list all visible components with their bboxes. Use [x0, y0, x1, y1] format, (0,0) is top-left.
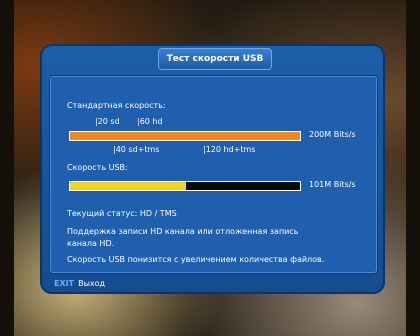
mark-hd-tms: |120 hd+tms	[203, 145, 256, 154]
mark-hd: |60 hd	[137, 117, 163, 126]
dialog-content: Стандартная скорость: |20 sd |60 hd 200M…	[50, 76, 377, 273]
mark-sd: |20 sd	[95, 117, 120, 126]
standard-speed-bar-fill	[70, 132, 300, 140]
usb-speed-bar	[69, 181, 301, 191]
standard-speed-label: Стандартная скорость:	[67, 101, 166, 110]
exit-key-label: EXIT	[54, 279, 75, 288]
standard-speed-bar	[69, 131, 301, 141]
mark-sd-tms: |40 sd+tms	[113, 145, 160, 154]
usb-speed-note: Скорость USB понизится с увеличением кол…	[67, 255, 325, 264]
exit-hint[interactable]: EXIT Выход	[54, 279, 105, 288]
support-message-line1: Поддержка записи HD канала или отложенна…	[67, 227, 299, 236]
exit-label: Выход	[78, 279, 106, 288]
screen-border-right	[406, 0, 420, 336]
usb-speed-value: 101M Bits/s	[309, 180, 356, 189]
dialog-title: Тест скорости USB	[158, 48, 272, 70]
usb-speed-test-dialog: Тест скорости USB Стандартная скорость: …	[40, 44, 385, 294]
screen-border-left	[0, 0, 14, 336]
standard-speed-value: 200M Bits/s	[309, 130, 356, 139]
usb-speed-label: Скорость USB:	[67, 163, 128, 172]
current-status: Текущий статус: HD / TMS	[67, 209, 177, 218]
usb-speed-bar-fill	[70, 182, 187, 190]
support-message-line2: канала HD.	[67, 239, 115, 248]
